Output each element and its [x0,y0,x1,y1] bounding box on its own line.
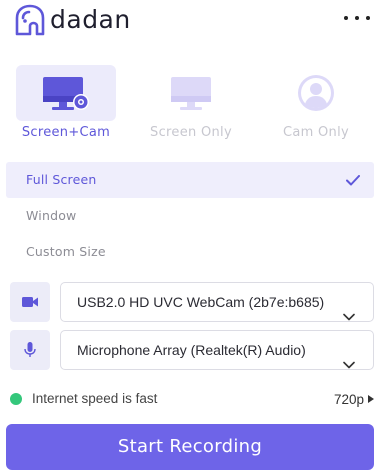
option-custom-size[interactable]: Custom Size [6,234,374,270]
camera-row: USB2.0 HD UVC WebCam (2b7e:b685) [10,282,374,322]
monitor-icon [171,77,211,110]
mode-screen-cam[interactable]: Screen+Cam [14,63,118,149]
mode-tile [141,65,241,121]
video-camera-icon[interactable] [10,282,50,322]
capture-area-options: Full Screen Window Custom Size [6,162,374,270]
microphone-value: Microphone Array (Realtek(R) Audio) [77,342,306,358]
connection-status: Internet speed is fast 720p [10,389,374,409]
user-avatar-icon [298,75,334,111]
elephant-logo-icon [15,4,45,36]
header: dadan [0,0,382,40]
mode-tile [266,65,366,121]
microphone-row: Microphone Array (Realtek(R) Audio) [10,330,374,370]
chevron-down-icon [343,345,355,383]
checkmark-icon [346,162,360,198]
quality-selector[interactable]: 720p [334,389,374,409]
quality-value: 720p [333,391,364,407]
mode-tile [16,65,116,121]
monitor-with-webcam-icon [43,77,89,110]
mode-screen-only[interactable]: Screen Only [139,63,243,149]
menu-dot [366,16,370,20]
option-label: Full Screen [26,172,97,187]
option-label: Window [26,208,77,223]
camera-value: USB2.0 HD UVC WebCam (2b7e:b685) [77,294,325,310]
more-options-icon[interactable] [344,8,370,28]
recording-mode-selector: Screen+Cam Screen Only Cam Only [14,63,368,149]
option-label: Custom Size [26,244,106,259]
app-logo: dadan [12,4,131,36]
status-text: Internet speed is fast [32,391,158,406]
mode-label: Cam Only [282,125,350,140]
caret-right-icon [368,395,374,403]
microphone-icon[interactable] [10,330,50,370]
status-indicator-icon [10,393,22,405]
option-full-screen[interactable]: Full Screen [6,162,374,198]
camera-select[interactable]: USB2.0 HD UVC WebCam (2b7e:b685) [60,282,374,322]
mode-label: Screen+Cam [21,125,111,140]
menu-dot [344,16,348,20]
mode-cam-only[interactable]: Cam Only [264,63,368,149]
option-window[interactable]: Window [6,198,374,234]
start-recording-button[interactable]: Start Recording [6,424,374,470]
menu-dot [355,16,359,20]
app-name: dadan [50,5,131,34]
mode-label: Screen Only [150,125,232,140]
microphone-select[interactable]: Microphone Array (Realtek(R) Audio) [60,330,374,370]
